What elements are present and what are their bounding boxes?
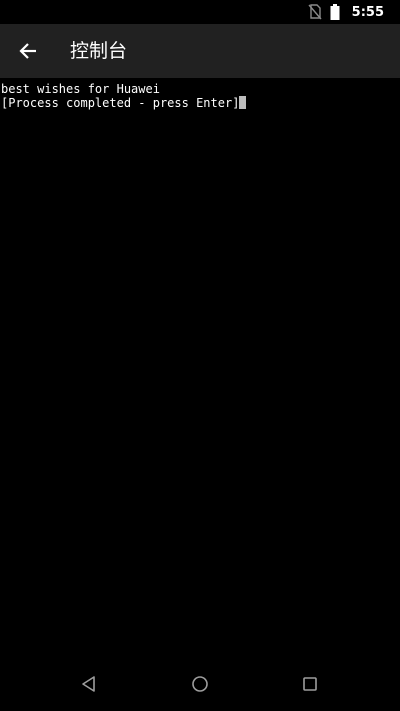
nav-home-button[interactable] bbox=[180, 668, 220, 700]
terminal-output: best wishes for Huawei [Process completed… bbox=[1, 82, 247, 110]
no-sim-icon bbox=[308, 4, 322, 20]
nav-home-circle-icon bbox=[192, 676, 208, 692]
back-button[interactable] bbox=[6, 29, 50, 73]
terminal-line: [Process completed - press Enter] bbox=[1, 96, 240, 110]
nav-back-button[interactable] bbox=[69, 668, 109, 700]
page-title: 控制台 bbox=[70, 40, 128, 62]
status-icons: 5:55 bbox=[308, 0, 384, 24]
nav-back-triangle-icon bbox=[82, 676, 95, 692]
text-cursor bbox=[239, 96, 247, 109]
battery-icon bbox=[330, 4, 340, 20]
nav-recent-button[interactable] bbox=[290, 668, 330, 700]
terminal-line: best wishes for Huawei bbox=[1, 82, 160, 96]
navigation-bar bbox=[0, 656, 400, 711]
status-clock: 5:55 bbox=[351, 4, 384, 20]
terminal-console[interactable]: best wishes for Huawei [Process completed… bbox=[0, 78, 400, 656]
nav-recent-square-icon bbox=[303, 677, 317, 691]
arrow-left-icon bbox=[19, 43, 36, 59]
status-bar: 5:55 bbox=[0, 0, 400, 24]
app-bar: 控制台 bbox=[0, 24, 400, 78]
terminal-line-with-cursor: [Process completed - press Enter] bbox=[1, 96, 247, 110]
